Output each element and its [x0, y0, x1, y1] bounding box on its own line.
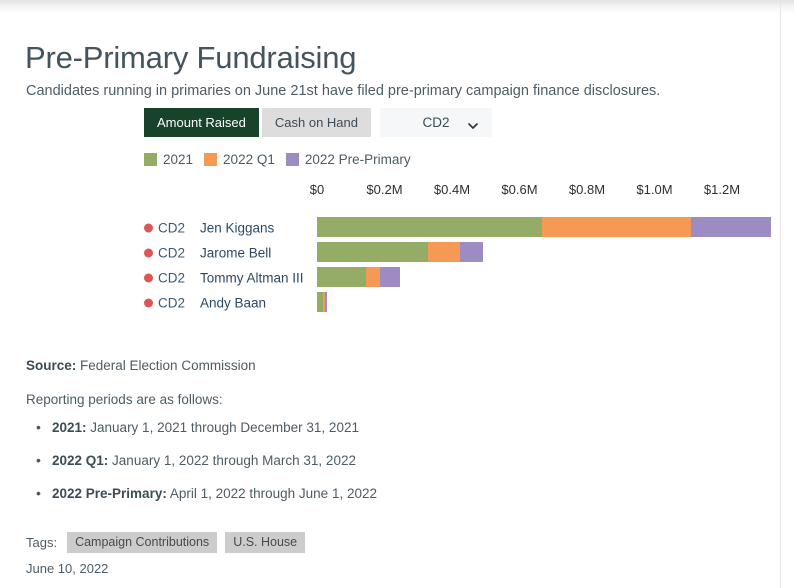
page-subtitle: Candidates running in primaries on June … — [26, 82, 661, 99]
reporting-period-text: April 1, 2022 through June 1, 2022 — [166, 486, 377, 501]
publication-date: June 10, 2022 — [26, 561, 109, 576]
row-candidate-name: Andy Baan — [200, 295, 267, 310]
district-select[interactable]: CD2 — [380, 108, 493, 137]
toggle-amount-raised-button[interactable]: Amount Raised — [144, 108, 259, 137]
source-label: Source: — [26, 358, 77, 373]
reporting-period-label: 2022 Q1: — [52, 453, 109, 468]
row-candidate-name: Tommy Altman III — [200, 270, 304, 285]
periods-intro: Reporting periods are as follows: — [26, 392, 223, 407]
tag-chip[interactable]: U.S. House — [225, 532, 306, 553]
bar-segment-2022-pre-primary[interactable] — [690, 217, 772, 237]
bar-segment-2022-pre-primary[interactable] — [324, 292, 328, 312]
row-candidate-name: Jarome Bell — [200, 245, 272, 260]
legend-swatch-icon — [285, 153, 299, 166]
legend-swatch-icon — [144, 153, 157, 166]
row-district-label: CD2 — [158, 270, 186, 285]
toggle-cash-on-hand-button[interactable]: Cash on Hand — [261, 108, 372, 137]
stacked-bar[interactable] — [317, 267, 400, 287]
source-value: Federal Election Commission — [76, 358, 256, 373]
party-dot-icon — [144, 223, 153, 232]
row-candidate-name: Jen Kiggans — [200, 220, 275, 235]
tags-row: Tags: Campaign Contributions U.S. House — [26, 532, 313, 553]
legend-item[interactable]: 2021 — [144, 152, 193, 167]
row-district-label: CD2 — [158, 220, 186, 235]
chart-controls: Amount Raised Cash on Hand CD2 — [144, 108, 493, 137]
bar-segment-2022-pre-primary[interactable] — [379, 267, 400, 287]
reporting-period-text: January 1, 2022 through March 31, 2022 — [108, 453, 356, 468]
row-district-label: CD2 — [158, 295, 186, 310]
legend-item[interactable]: 2022 Q1 — [204, 152, 275, 167]
x-axis-tick-label: $0.8M — [568, 182, 606, 197]
x-axis-tick-label: $0.2M — [366, 182, 403, 197]
row-district-label: CD2 — [158, 245, 186, 260]
reporting-periods-list: 2021: January 1, 2021 through December 3… — [26, 419, 377, 519]
x-axis-tick-label: $0.6M — [501, 182, 538, 197]
chevron-down-icon — [468, 118, 478, 129]
bar-segment-2022q1[interactable] — [427, 242, 461, 262]
chart-x-axis: $0 $0.2M $0.4M $0.6M $0.8M $1.0M $1.2M — [0, 182, 780, 206]
chart-legend: 2021 2022 Q1 2022 Pre-Primary — [144, 152, 422, 167]
chart-bar-row[interactable]: CD2 Jen Kiggans — [0, 215, 780, 240]
legend-item-label: 2022 Pre-Primary — [304, 152, 411, 167]
tags-label: Tags: — [26, 535, 58, 550]
reporting-period-label: 2021: — [52, 420, 87, 435]
x-axis-tick-label: $0 — [309, 182, 325, 197]
x-axis-tick-label: $1.2M — [703, 182, 741, 197]
chart-bar-row[interactable]: CD2 Tommy Altman III — [0, 265, 780, 290]
party-dot-icon — [144, 273, 153, 282]
chart-bar-row[interactable]: CD2 Andy Baan — [0, 290, 780, 315]
party-dot-icon — [144, 298, 153, 307]
stacked-bar[interactable] — [317, 292, 328, 312]
reporting-period-item: 2022 Pre-Primary: April 1, 2022 through … — [36, 485, 377, 501]
stacked-bar[interactable] — [317, 217, 772, 237]
legend-item-label: 2021 — [163, 152, 194, 167]
fundraising-stacked-bar-chart: $0 $0.2M $0.4M $0.6M $0.8M $1.0M $1.2M CD2 Jen … — [0, 182, 780, 322]
page-title: Pre-Primary Fundraising — [25, 39, 357, 75]
district-select-value: CD2 — [422, 115, 450, 130]
chart-bar-row[interactable]: CD2 Jarome Bell — [0, 240, 780, 265]
stacked-bar[interactable] — [317, 242, 484, 262]
x-axis-tick-label: $1.0M — [636, 182, 673, 197]
legend-item-label: 2022 Q1 — [223, 152, 275, 167]
reporting-period-label: 2022 Pre-Primary: — [52, 486, 167, 501]
bar-segment-2021[interactable] — [317, 267, 366, 287]
tag-chip[interactable]: Campaign Contributions — [67, 532, 218, 553]
legend-item[interactable]: 2022 Pre-Primary — [285, 152, 411, 167]
source-line: Source: Federal Election Commission — [26, 358, 256, 373]
article-page: Pre-Primary Fundraising Candidates runni… — [0, 0, 780, 588]
party-dot-icon — [144, 248, 153, 257]
legend-swatch-icon — [204, 153, 218, 166]
reporting-period-text: January 1, 2021 through December 31, 202… — [86, 420, 359, 435]
bar-segment-2022-pre-primary[interactable] — [460, 242, 484, 262]
bar-segment-2021[interactable] — [317, 217, 542, 237]
bar-segment-2021[interactable] — [317, 242, 428, 262]
reporting-period-item: 2021: January 1, 2021 through December 3… — [36, 419, 377, 435]
page-right-border — [780, 0, 781, 588]
bar-segment-2022q1[interactable] — [365, 267, 380, 287]
x-axis-tick-label: $0.4M — [433, 182, 471, 197]
reporting-period-item: 2022 Q1: January 1, 2022 through March 3… — [36, 452, 377, 468]
bar-segment-2022q1[interactable] — [541, 217, 691, 237]
